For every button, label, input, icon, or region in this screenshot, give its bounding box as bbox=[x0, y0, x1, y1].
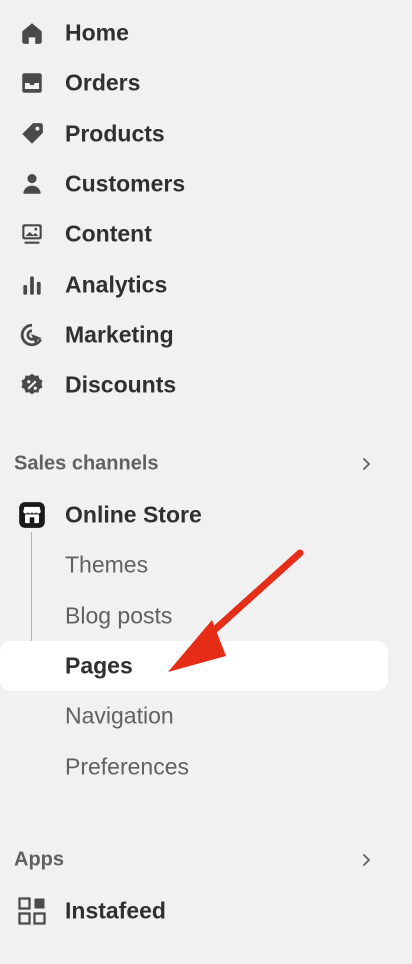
nav-item-customers[interactable]: Customers bbox=[0, 160, 388, 208]
nav-label: Customers bbox=[65, 170, 186, 197]
sub-item-label: Pages bbox=[65, 652, 133, 679]
bar-chart-icon bbox=[16, 269, 48, 301]
sub-item-label: Themes bbox=[65, 551, 149, 578]
sub-item-label: Blog posts bbox=[65, 602, 173, 629]
sub-item-label: Preferences bbox=[65, 753, 190, 780]
storefront-icon bbox=[16, 499, 48, 531]
nav-item-orders[interactable]: Orders bbox=[0, 59, 388, 107]
apps-grid-icon bbox=[16, 895, 48, 927]
target-cursor-icon bbox=[16, 319, 48, 351]
sub-item-navigation[interactable]: Navigation bbox=[0, 692, 388, 740]
image-monitor-icon bbox=[16, 218, 48, 250]
chevron-right-icon bbox=[363, 458, 370, 470]
nav-label: Marketing bbox=[65, 321, 174, 348]
inbox-icon bbox=[16, 67, 48, 99]
sub-item-preferences[interactable]: Preferences bbox=[0, 743, 388, 791]
nav-label: Discounts bbox=[65, 371, 177, 398]
nav-label: Analytics bbox=[65, 271, 168, 298]
person-icon bbox=[16, 168, 48, 200]
chevron-right-icon bbox=[363, 854, 370, 866]
nav-item-content[interactable]: Content bbox=[0, 210, 388, 258]
nav-item-instafeed[interactable]: Instafeed bbox=[0, 887, 388, 935]
nav-label: Content bbox=[65, 220, 152, 247]
tag-icon bbox=[16, 118, 48, 150]
apps-header[interactable]: Apps bbox=[0, 840, 388, 880]
nav-label: Home bbox=[65, 19, 129, 46]
nav-item-products[interactable]: Products bbox=[0, 110, 388, 158]
section-title: Apps bbox=[14, 848, 64, 871]
nav-item-home[interactable]: Home bbox=[0, 9, 388, 57]
sales-channels-header[interactable]: Sales channels bbox=[0, 444, 388, 484]
nav-item-online-store[interactable]: Online Store bbox=[0, 491, 388, 539]
nav-item-marketing[interactable]: Marketing bbox=[0, 311, 388, 359]
nav-item-analytics[interactable]: Analytics bbox=[0, 261, 388, 309]
sub-item-label: Navigation bbox=[65, 702, 174, 729]
nav-label: Online Store bbox=[65, 501, 202, 528]
annotation-arrow bbox=[168, 549, 304, 672]
nav-item-discounts[interactable]: Discounts bbox=[0, 361, 388, 409]
nav-label: Instafeed bbox=[65, 897, 166, 924]
home-icon bbox=[16, 17, 48, 49]
nav-label: Orders bbox=[65, 69, 141, 96]
section-title: Sales channels bbox=[14, 452, 159, 475]
discount-badge-icon bbox=[16, 369, 48, 401]
nav-label: Products bbox=[65, 120, 165, 147]
